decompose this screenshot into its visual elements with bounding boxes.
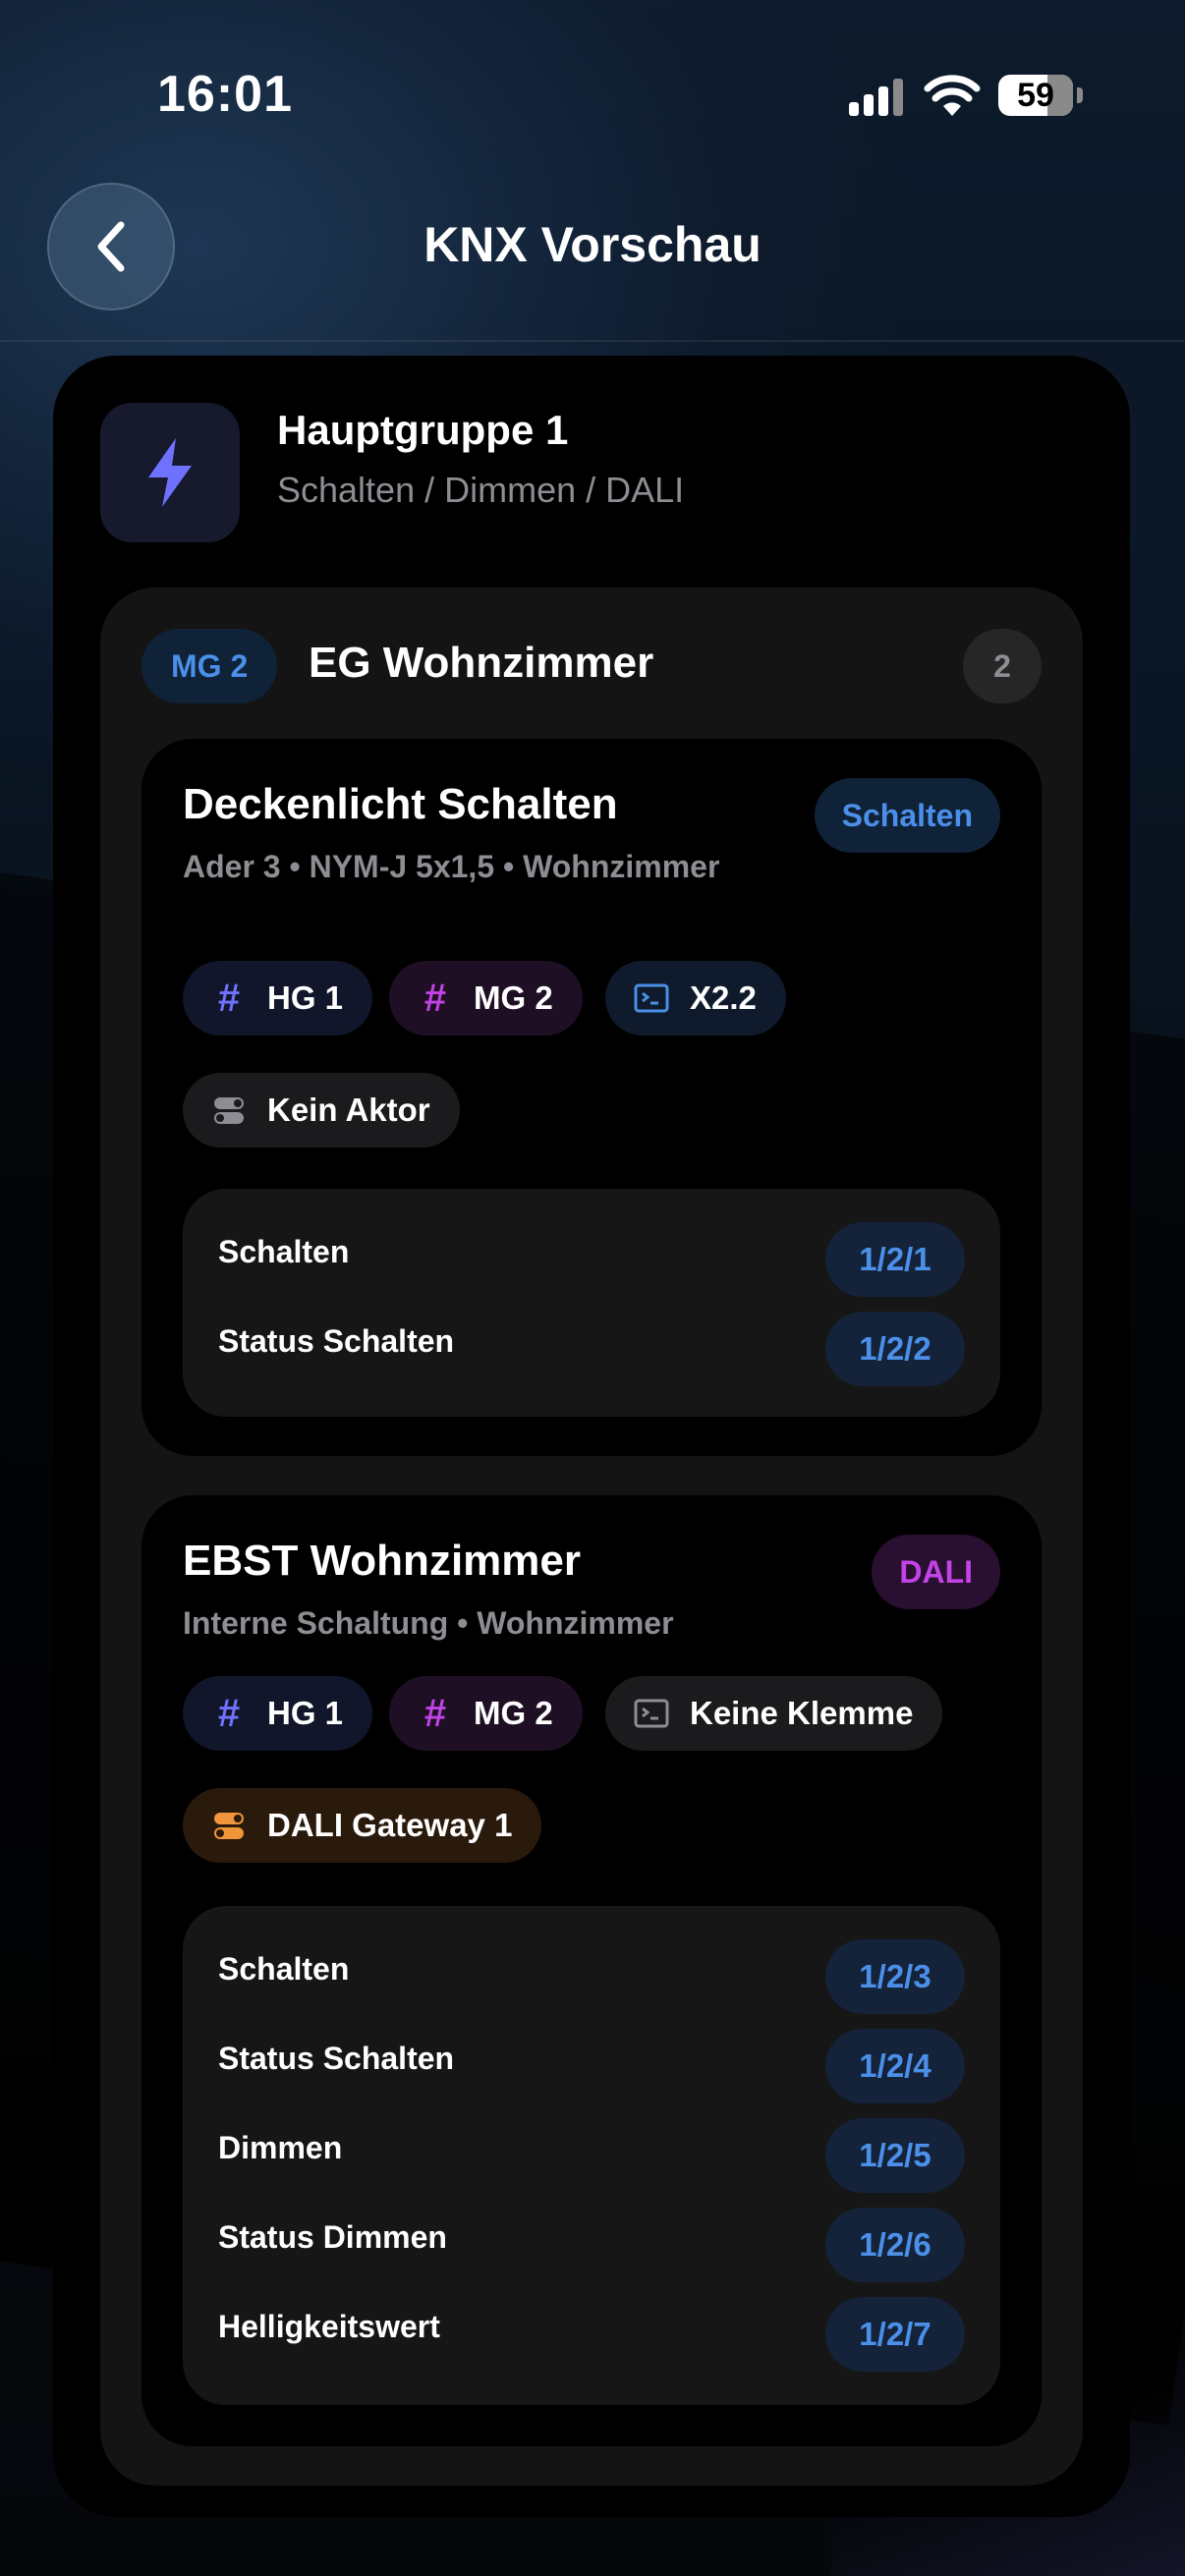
group-address-value[interactable]: 1/2/4: [825, 2029, 965, 2103]
battery-icon: 59: [998, 75, 1073, 116]
group-address-label: Schalten: [218, 1951, 350, 1987]
group-address-row: Status Schalten 1/2/4: [218, 2029, 965, 2103]
mittelgruppe-badge: MG 2: [141, 629, 278, 703]
hauptgruppe-title: Hauptgruppe 1: [277, 407, 569, 453]
hg-chip-label: HG 1: [267, 980, 344, 1016]
mittelgruppe-card: MG 2 EG Wohnzimmer 2 Deckenlicht Schalte…: [100, 588, 1083, 2486]
terminal-chip: Keine Klemme: [605, 1676, 943, 1751]
mittelgruppe-title: EG Wohnzimmer: [309, 639, 654, 687]
group-address-value[interactable]: 1/2/5: [825, 2118, 965, 2193]
status-bar: 16:01 59: [0, 0, 1185, 187]
function-subtitle: Interne Schaltung • Wohnzimmer: [183, 1605, 674, 1641]
hauptgruppe-subtitle: Schalten / Dimmen / DALI: [277, 470, 685, 510]
battery-level: 59: [1017, 77, 1054, 114]
hg-chip-label: HG 1: [267, 1695, 344, 1731]
group-address-value[interactable]: 1/2/6: [825, 2208, 965, 2282]
hauptgruppe-card: Hauptgruppe 1 Schalten / Dimmen / DALI M…: [53, 356, 1130, 2517]
hg-chip: # HG 1: [183, 1676, 373, 1751]
bolt-icon: [100, 403, 240, 542]
group-address-row: Dimmen 1/2/5: [218, 2118, 965, 2193]
toggle-icon: [214, 1813, 244, 1839]
group-address-list: Schalten 1/2/1 Status Schalten 1/2/2: [183, 1189, 1000, 1417]
hash-icon: #: [217, 976, 241, 1020]
terminal-chip: X2.2: [605, 961, 786, 1036]
hash-icon: #: [423, 1691, 447, 1735]
terminal-icon: [634, 1699, 669, 1728]
wifi-icon: [924, 75, 981, 116]
function-title: EBST Wohnzimmer: [183, 1537, 582, 1585]
function-card[interactable]: EBST Wohnzimmer DALI Interne Schaltung •…: [141, 1495, 1042, 2446]
group-address-label: Status Schalten: [218, 2041, 455, 2076]
mg-chip-label: MG 2: [474, 1695, 553, 1731]
status-time: 16:01: [157, 66, 293, 123]
navigation-bar: KNX Vorschau: [0, 177, 1185, 342]
group-address-value[interactable]: 1/2/1: [825, 1222, 965, 1297]
hash-icon: #: [423, 976, 447, 1020]
actor-chip-label: DALI Gateway 1: [267, 1807, 513, 1843]
terminal-icon: [634, 983, 669, 1013]
actor-chip: DALI Gateway 1: [183, 1788, 542, 1863]
mg-chip: # MG 2: [389, 961, 583, 1036]
terminal-chip-label: Keine Klemme: [690, 1695, 914, 1731]
group-address-row: Schalten 1/2/1: [218, 1222, 965, 1297]
mg-chip: # MG 2: [389, 1676, 583, 1751]
group-address-value[interactable]: 1/2/2: [825, 1312, 965, 1386]
function-title: Deckenlicht Schalten: [183, 780, 618, 828]
group-address-label: Schalten: [218, 1234, 350, 1269]
function-count-badge: 2: [963, 629, 1042, 703]
group-address-value[interactable]: 1/2/7: [825, 2297, 965, 2372]
terminal-chip-label: X2.2: [690, 980, 757, 1016]
battery-tip: [1077, 87, 1083, 103]
group-address-label: Status Schalten: [218, 1323, 455, 1359]
group-address-value[interactable]: 1/2/3: [825, 1939, 965, 2014]
group-address-row: Status Dimmen 1/2/6: [218, 2208, 965, 2282]
hg-chip: # HG 1: [183, 961, 373, 1036]
group-address-label: Status Dimmen: [218, 2219, 447, 2255]
cellular-signal-icon: [849, 79, 904, 116]
function-card[interactable]: Deckenlicht Schalten Schalten Ader 3 • N…: [141, 739, 1042, 1456]
group-address-label: Helligkeitswert: [218, 2309, 440, 2344]
page-title: KNX Vorschau: [423, 217, 762, 272]
function-type-badge: DALI: [872, 1535, 1000, 1609]
group-address-list: Schalten 1/2/3 Status Schalten 1/2/4 Dim…: [183, 1906, 1000, 2405]
group-address-row: Schalten 1/2/3: [218, 1939, 965, 2014]
actor-chip-label: Kein Aktor: [267, 1092, 430, 1128]
function-type-badge: Schalten: [814, 778, 1000, 853]
group-address-row: Helligkeitswert 1/2/7: [218, 2297, 965, 2372]
toggle-icon: [214, 1097, 244, 1124]
function-subtitle: Ader 3 • NYM-J 5x1,5 • Wohnzimmer: [183, 849, 720, 884]
mg-chip-label: MG 2: [474, 980, 553, 1016]
hash-icon: #: [217, 1691, 241, 1735]
group-address-row: Status Schalten 1/2/2: [218, 1312, 965, 1386]
group-address-label: Dimmen: [218, 2130, 343, 2165]
actor-chip: Kein Aktor: [183, 1073, 460, 1148]
